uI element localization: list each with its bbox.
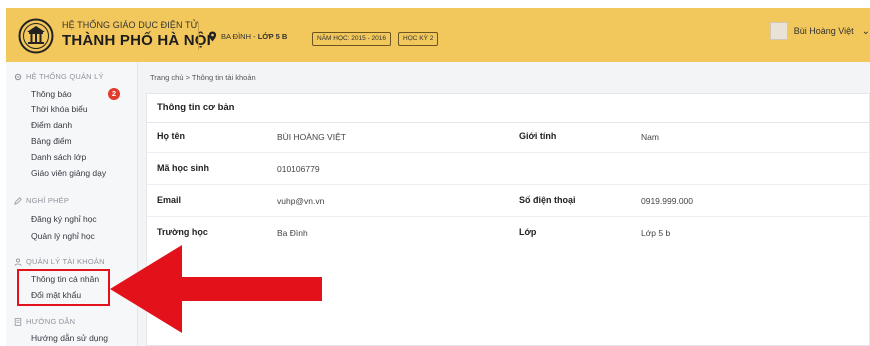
row-divider	[147, 152, 870, 153]
gender-label: Giới tính	[519, 131, 557, 141]
student-id-label: Mã học sinh	[157, 163, 210, 173]
card-title: Thông tin cơ bản	[157, 102, 235, 113]
sidebar-section-guide: HƯỚNG DẪN	[14, 317, 75, 326]
phone-value: 0919.999.000	[641, 196, 693, 206]
breadcrumb[interactable]: Trang chủ > Thông tin tài khoản	[150, 73, 256, 82]
red-arrow-icon	[110, 245, 322, 333]
brand-title: THÀNH PHỐ HÀ NỘI	[62, 32, 212, 49]
user-name: Bùi Hoàng Việt	[793, 26, 854, 36]
user-icon	[14, 258, 22, 266]
class-label: Lớp	[519, 227, 537, 237]
user-menu[interactable]: Bùi Hoàng Việt ⌄	[769, 22, 870, 40]
row-divider	[147, 216, 870, 217]
phone-label: Số điện thoại	[519, 195, 576, 205]
sidebar-section-leave: NGHỈ PHÉP	[14, 196, 69, 205]
location-district: BA ĐÌNH	[221, 32, 252, 41]
app-frame: HỆ THỐNG GIÁO DỤC ĐIỆN TỬ THÀNH PHỐ HÀ N…	[0, 0, 870, 346]
gender-value: Nam	[641, 132, 659, 142]
location-separator: -	[251, 32, 258, 41]
highlight-box	[17, 269, 110, 306]
sidebar-section-system: HỆ THỐNG QUẢN LÝ	[14, 72, 104, 81]
location: BA ĐÌNH - LỚP 5 B	[208, 31, 287, 42]
notification-badge: 2	[108, 88, 120, 100]
hanoi-logo-icon[interactable]	[18, 18, 54, 54]
sidebar-item-grades[interactable]: Bảng điểm	[31, 136, 72, 146]
sidebar-item-timetable[interactable]: Thời khóa biểu	[31, 104, 88, 114]
email-value: vuhp@vn.vn	[277, 196, 325, 206]
term-badge[interactable]: HỌC KỲ 2	[398, 32, 439, 46]
avatar	[769, 22, 788, 40]
school-value: Ba Đình	[277, 228, 308, 238]
class-value: Lớp 5 b	[641, 228, 671, 238]
sidebar-item-user-guide[interactable]: Hướng dẫn sử dụng	[31, 333, 108, 343]
header-divider	[198, 22, 199, 50]
brand-subtitle: HỆ THỐNG GIÁO DỤC ĐIỆN TỬ	[62, 20, 199, 30]
school-label: Trường học	[157, 227, 208, 237]
sidebar-section-account: QUẢN LÝ TÀI KHOẢN	[14, 257, 105, 266]
card-divider	[147, 122, 870, 123]
name-value: BÙI HOÀNG VIỆT	[277, 132, 346, 142]
brand[interactable]: HỆ THỐNG GIÁO DỤC ĐIỆN TỬ THÀNH PHỐ HÀ N…	[62, 20, 211, 49]
sidebar-item-notifications[interactable]: Thông báo	[31, 89, 72, 99]
sidebar-item-register-leave[interactable]: Đăng ký nghỉ học	[31, 214, 97, 224]
top-header: HỆ THỐNG GIÁO DỤC ĐIỆN TỬ THÀNH PHỐ HÀ N…	[6, 8, 870, 62]
name-label: Họ tên	[157, 131, 185, 141]
sidebar-item-teachers[interactable]: Giáo viên giảng dạy	[31, 168, 106, 178]
chevron-down-icon: ⌄	[861, 25, 870, 37]
sidebar-item-class-list[interactable]: Danh sách lớp	[31, 152, 86, 162]
student-id-value: 010106779	[277, 164, 320, 174]
row-divider	[147, 184, 870, 185]
location-pin-icon	[208, 31, 217, 42]
email-label: Email	[157, 195, 182, 205]
document-icon	[14, 317, 22, 326]
sidebar-item-attendance[interactable]: Điểm danh	[31, 120, 72, 130]
sidebar-item-manage-leave[interactable]: Quản lý nghỉ học	[31, 231, 95, 241]
school-year-badge[interactable]: NĂM HỌC: 2015 - 2016	[312, 32, 392, 46]
pencil-icon	[14, 196, 22, 205]
gear-icon	[14, 73, 22, 80]
location-class: LỚP 5 B	[257, 32, 288, 41]
